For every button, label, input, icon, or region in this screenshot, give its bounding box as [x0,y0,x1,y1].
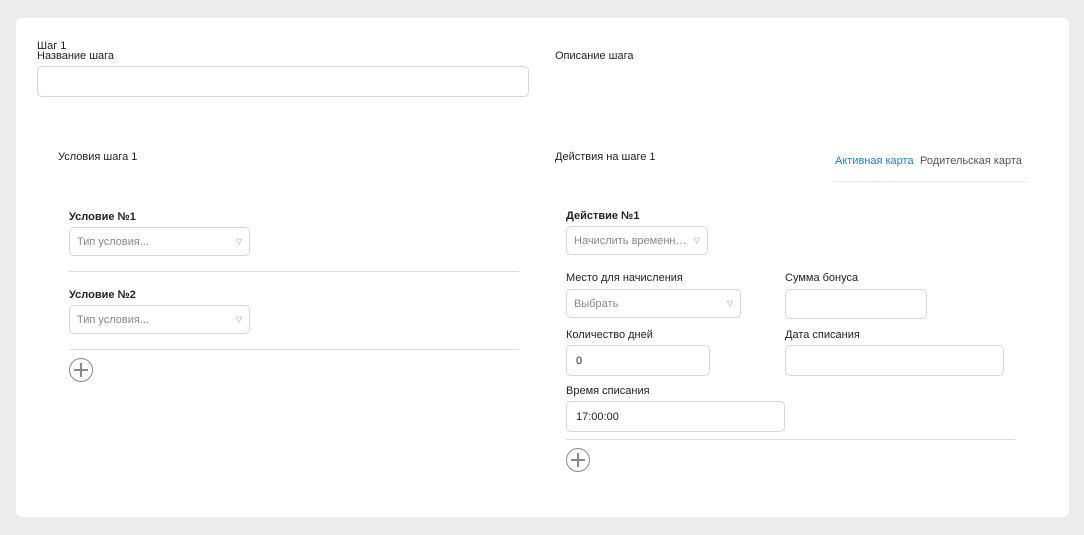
add-action-plus-icon[interactable] [566,448,590,472]
action-1-type-select[interactable]: Начислить временны... ▽ [566,226,708,255]
chevron-down-icon: ▽ [693,236,700,245]
condition-2-type-placeholder: Тип условия... [77,313,150,326]
accrual-place-value: Выбрать [574,297,619,310]
action-1-type-value: Начислить временны... [574,234,690,247]
tabs-underline [835,181,1027,182]
writeoff-date-label: Дата списания [785,329,860,341]
actions-title: Действия на шаге 1 [555,151,656,163]
step-card: Шаг 1 Название шага Описание шага Услови… [16,18,1069,517]
tab-parent-card[interactable]: Родительская карта [920,155,1022,167]
step-description-label: Описание шага [555,50,634,62]
writeoff-date-input[interactable] [785,345,1004,376]
accrual-place-label: Место для начисления [566,272,683,284]
chevron-down-icon: ▽ [235,237,242,246]
condition-1-label: Условие №1 [69,211,136,223]
writeoff-time-input[interactable]: 17:00:00 [566,401,785,432]
conditions-title: Условия шага 1 [58,151,138,163]
condition-divider [69,271,519,272]
step-name-label: Название шага [37,50,115,62]
days-count-input[interactable]: 0 [566,345,710,376]
condition-2-label: Условие №2 [69,289,136,301]
condition-divider [69,349,519,350]
bonus-amount-label: Сумма бонуса [785,272,859,284]
condition-1-type-placeholder: Тип условия... [77,235,150,248]
accrual-place-select[interactable]: Выбрать ▽ [566,289,741,318]
step-name-input[interactable] [37,66,529,97]
condition-1-type-select[interactable]: Тип условия... ▽ [69,227,250,256]
bonus-amount-input[interactable] [785,289,927,319]
writeoff-time-label: Время списания [566,385,650,397]
tab-active-card[interactable]: Активная карта [835,155,914,167]
days-count-label: Количество дней [566,329,653,341]
chevron-down-icon: ▽ [235,315,242,324]
chevron-down-icon: ▽ [726,299,733,308]
action-1-label: Действие №1 [566,210,640,222]
add-condition-plus-icon[interactable] [69,358,93,382]
condition-2-type-select[interactable]: Тип условия... ▽ [69,305,250,334]
action-divider [566,439,1015,440]
